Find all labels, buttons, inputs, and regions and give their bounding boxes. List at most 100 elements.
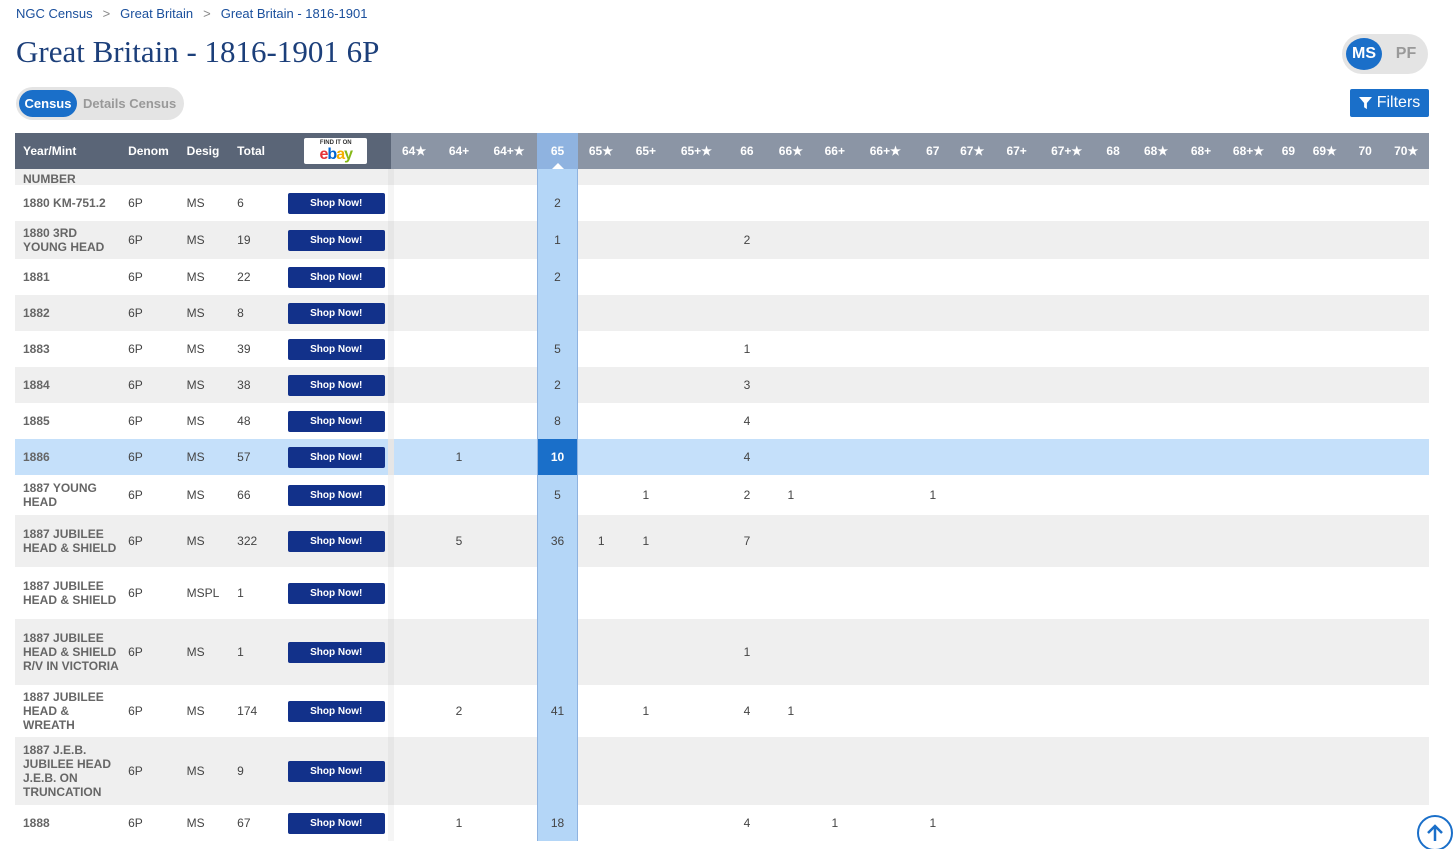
grade-count-cell[interactable] (951, 331, 992, 367)
grade-count-cell[interactable] (993, 475, 1040, 515)
grade-count-cell[interactable] (993, 221, 1040, 259)
grade-count-cell[interactable] (1274, 295, 1303, 331)
grade-count-cell[interactable] (813, 367, 856, 403)
shop-now-button[interactable]: Shop Now! (287, 530, 385, 552)
grade-count-cell[interactable] (951, 367, 992, 403)
grade-count-cell[interactable] (1040, 737, 1093, 805)
grade-count-cell[interactable] (769, 259, 813, 295)
grade-count-cell[interactable]: 1 (437, 805, 480, 841)
grade-count-cell[interactable] (1223, 295, 1274, 331)
grade-count-cell[interactable] (668, 295, 726, 331)
grade-count-cell[interactable] (1093, 295, 1133, 331)
grade-count-cell[interactable]: 4 (725, 403, 768, 439)
grade-count-cell[interactable] (1223, 567, 1274, 619)
grade-count-cell[interactable] (1303, 221, 1346, 259)
grade-count-cell[interactable] (437, 185, 480, 221)
grade-count-cell[interactable] (725, 259, 768, 295)
grade-count-cell[interactable] (578, 737, 624, 805)
grade-count-cell[interactable] (437, 259, 480, 295)
table-row[interactable]: 1888 6P MS 67 Shop Now! 1 18 4 1 1 (15, 805, 1429, 841)
grade-count-cell[interactable] (1179, 221, 1223, 259)
grade-count-cell[interactable] (624, 737, 667, 805)
col-grade[interactable]: 65+★ (667, 133, 726, 169)
grade-count-cell[interactable] (437, 475, 480, 515)
grade-count-cell[interactable] (951, 259, 992, 295)
grade-count-cell[interactable] (1179, 331, 1223, 367)
grade-count-cell[interactable] (914, 439, 952, 475)
grade-count-cell[interactable] (813, 439, 857, 475)
grade-count-cell[interactable] (914, 367, 951, 403)
grade-count-cell[interactable] (813, 475, 856, 515)
pf-toggle-button[interactable]: PF (1388, 38, 1424, 70)
grade-count-cell[interactable] (769, 737, 813, 805)
grade-count-cell[interactable] (391, 367, 437, 403)
grade-count-cell[interactable] (813, 185, 856, 221)
grade-count-cell[interactable] (857, 331, 915, 367)
grade-count-cell[interactable] (1384, 295, 1429, 331)
grade-count-cell[interactable]: 5 (437, 515, 480, 567)
col-grade[interactable]: 68 (1092, 133, 1134, 169)
col-grade[interactable]: 67★ (951, 133, 993, 169)
grade-count-cell[interactable] (951, 805, 992, 841)
grade-count-cell[interactable] (1093, 685, 1133, 737)
grade-count-cell[interactable] (481, 259, 538, 295)
grade-count-cell[interactable] (1040, 295, 1093, 331)
col-grade[interactable]: 69★ (1303, 133, 1347, 169)
grade-count-cell[interactable] (1223, 259, 1274, 295)
grade-count-cell[interactable] (668, 185, 726, 221)
shop-now-button[interactable]: Shop Now! (287, 338, 385, 360)
grade-count-cell[interactable] (668, 367, 726, 403)
grade-count-cell[interactable] (1223, 331, 1274, 367)
col-grade[interactable]: 66+★ (856, 133, 915, 169)
grade-count-cell[interactable] (914, 221, 951, 259)
grade-count-cell[interactable] (668, 515, 726, 567)
grade-count-cell[interactable] (1179, 737, 1223, 805)
shop-now-button[interactable]: Shop Now! (287, 484, 385, 506)
grade-count-cell[interactable]: 5 (536, 475, 579, 515)
grade-count-cell[interactable] (1303, 185, 1346, 221)
breadcrumb-great-britain[interactable]: Great Britain (120, 6, 193, 21)
grade-count-cell[interactable] (536, 619, 579, 685)
col-grade[interactable]: 68★ (1133, 133, 1179, 169)
grade-count-cell[interactable] (624, 619, 667, 685)
grade-count-cell[interactable] (1223, 737, 1274, 805)
grade-count-cell[interactable] (1179, 367, 1223, 403)
grade-count-cell[interactable]: 1 (914, 475, 951, 515)
grade-count-cell[interactable] (1303, 295, 1346, 331)
grade-count-cell[interactable] (391, 295, 437, 331)
grade-count-cell[interactable] (1133, 403, 1178, 439)
grade-count-cell[interactable] (437, 367, 480, 403)
grade-count-cell[interactable] (1274, 403, 1303, 439)
grade-count-cell[interactable] (1093, 475, 1133, 515)
grade-count-cell[interactable]: 18 (536, 805, 579, 841)
col-grade[interactable]: 67 (914, 133, 952, 169)
grade-count-cell[interactable] (914, 331, 951, 367)
grade-count-cell[interactable] (1093, 515, 1133, 567)
grade-count-cell[interactable] (391, 567, 437, 619)
grade-count-cell[interactable] (993, 185, 1040, 221)
grade-count-cell[interactable] (437, 295, 480, 331)
grade-count-cell[interactable] (1303, 403, 1346, 439)
grade-count-cell[interactable] (391, 619, 437, 685)
grade-count-cell[interactable] (993, 737, 1040, 805)
grade-count-cell[interactable]: 2 (725, 221, 768, 259)
grade-count-cell[interactable] (725, 737, 768, 805)
grade-count-cell[interactable] (1093, 805, 1133, 841)
grade-count-cell[interactable] (1346, 331, 1383, 367)
shop-now-button[interactable]: Shop Now! (287, 760, 385, 782)
grade-count-cell[interactable]: 1 (624, 685, 667, 737)
grade-count-cell[interactable] (1179, 259, 1223, 295)
grade-count-cell[interactable] (481, 685, 538, 737)
breadcrumb-great-britain-period[interactable]: Great Britain - 1816-1901 (221, 6, 368, 21)
grade-count-cell[interactable] (624, 403, 667, 439)
grade-count-cell[interactable] (769, 331, 813, 367)
grade-count-cell[interactable] (993, 805, 1040, 841)
grade-count-cell[interactable] (1346, 619, 1383, 685)
table-row[interactable]: 1887 JUBILEE HEAD & SHIELD 6P MSPL 1 Shop No… (15, 567, 1429, 619)
grade-count-cell[interactable]: 8 (536, 403, 579, 439)
grade-count-cell[interactable] (1133, 367, 1178, 403)
grade-count-cell[interactable] (1223, 221, 1274, 259)
grade-count-cell[interactable] (577, 439, 625, 475)
grade-count-cell[interactable] (578, 185, 624, 221)
grade-count-cell[interactable] (1179, 567, 1223, 619)
